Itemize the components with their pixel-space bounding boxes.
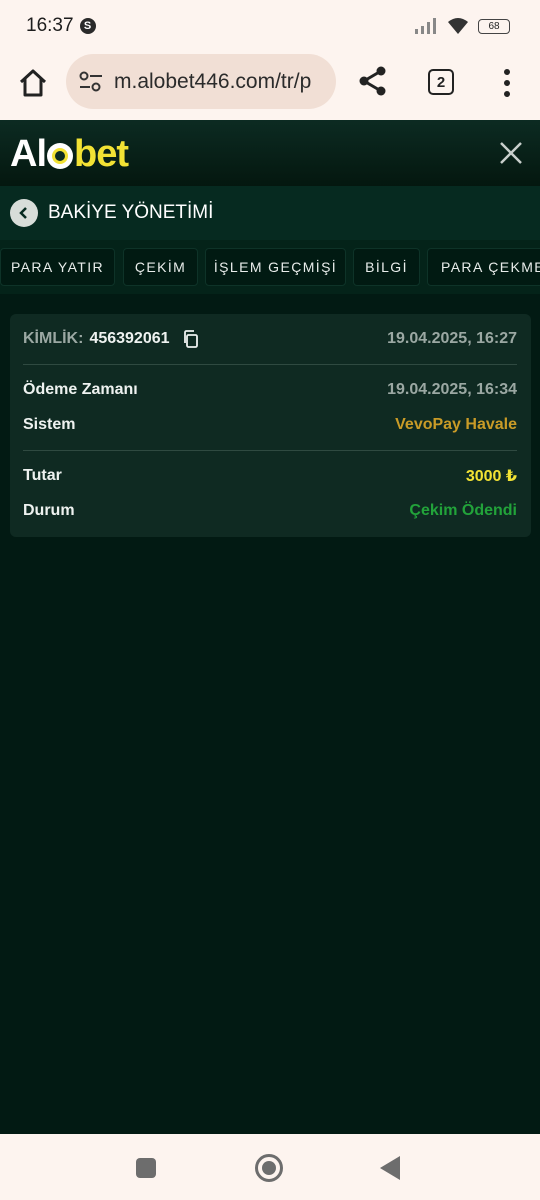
status-badge: Çekim Ödendi bbox=[409, 502, 517, 519]
status-left: 16:37 S bbox=[26, 15, 96, 37]
system-label: Sistem bbox=[23, 416, 76, 433]
payment-time-value: 19.04.2025, 16:34 bbox=[387, 381, 517, 398]
browser-toolbar: m.alobet446.com/tr/p 2 bbox=[0, 52, 540, 120]
tab-switcher-button[interactable]: 2 bbox=[428, 69, 454, 95]
logo-text-end: bet bbox=[74, 132, 129, 175]
logo-text-start: Al bbox=[10, 132, 47, 175]
site-header: Al bet bbox=[0, 120, 540, 186]
url-text[interactable]: m.alobet446.com/tr/p bbox=[114, 70, 311, 94]
section-header: BAKİYE YÖNETİMİ bbox=[0, 186, 540, 240]
status-time: 16:37 bbox=[26, 15, 74, 36]
home-button[interactable] bbox=[255, 1154, 283, 1182]
payment-time-label: Ödeme Zamanı bbox=[23, 381, 138, 398]
tab-count: 2 bbox=[436, 73, 446, 91]
tab-withdraw[interactable]: ÇEKİM bbox=[123, 248, 198, 286]
more-vert-icon[interactable] bbox=[496, 66, 518, 100]
payment-time-row: Ödeme Zamanı 19.04.2025, 16:34 bbox=[23, 379, 517, 401]
system-row: Sistem VevoPay Havale bbox=[23, 414, 517, 436]
system-nav-bar bbox=[0, 1134, 540, 1200]
site-logo[interactable]: Al bet bbox=[10, 132, 129, 176]
transaction-id-group: KİMLİK: 456392061 bbox=[23, 330, 200, 348]
chevron-left-icon bbox=[19, 207, 27, 219]
home-icon[interactable] bbox=[16, 66, 50, 100]
system-value: VevoPay Havale bbox=[395, 416, 517, 433]
tab-withdrawal[interactable]: PARA ÇEKME bbox=[427, 248, 540, 286]
transaction-card: KİMLİK: 456392061 19.04.2025, 16:27 Ödem… bbox=[10, 314, 531, 537]
copy-icon[interactable] bbox=[182, 330, 200, 348]
share-icon[interactable] bbox=[356, 64, 390, 98]
status-row: Durum Çekim Ödendi bbox=[23, 500, 517, 522]
tune-icon[interactable] bbox=[78, 70, 104, 94]
address-bar[interactable]: m.alobet446.com/tr/p bbox=[66, 54, 336, 109]
amount-value: 3000 ₺ bbox=[465, 468, 517, 485]
divider bbox=[23, 364, 517, 365]
amount-row: Tutar 3000 ₺ bbox=[23, 465, 517, 487]
status-label: Durum bbox=[23, 502, 75, 519]
back-button[interactable] bbox=[10, 199, 38, 227]
recents-button[interactable] bbox=[136, 1158, 156, 1178]
transaction-id-row: KİMLİK: 456392061 19.04.2025, 16:27 bbox=[23, 328, 517, 350]
logo-chip-icon bbox=[47, 143, 73, 169]
status-bar: 16:37 S 68 bbox=[0, 0, 540, 52]
id-value: 456392061 bbox=[89, 330, 170, 347]
s-app-icon: S bbox=[79, 18, 96, 34]
battery-level: 68 bbox=[488, 20, 500, 32]
back-nav-button[interactable] bbox=[380, 1156, 400, 1180]
divider bbox=[23, 450, 517, 451]
wifi-icon bbox=[448, 18, 468, 34]
signal-icon bbox=[415, 18, 436, 34]
tab-history[interactable]: İŞLEM GEÇMİŞİ bbox=[205, 248, 346, 286]
status-right: 68 bbox=[414, 16, 510, 36]
tab-info[interactable]: BİLGİ bbox=[353, 248, 420, 286]
page-title: BAKİYE YÖNETİMİ bbox=[48, 202, 214, 223]
created-at: 19.04.2025, 16:27 bbox=[387, 330, 517, 347]
id-label: KİMLİK: bbox=[23, 330, 84, 347]
close-icon[interactable] bbox=[498, 140, 524, 166]
battery-icon: 68 bbox=[478, 18, 510, 34]
amount-label: Tutar bbox=[23, 467, 62, 484]
tab-deposit[interactable]: PARA YATIR bbox=[0, 248, 115, 286]
tab-strip: PARA YATIR ÇEKİM İŞLEM GEÇMİŞİ BİLGİ PAR… bbox=[0, 240, 540, 294]
